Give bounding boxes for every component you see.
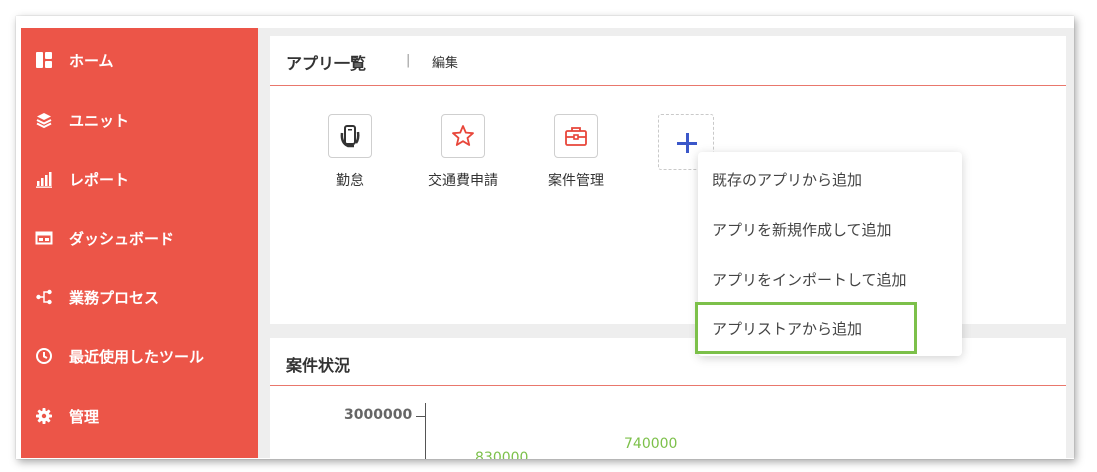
app-tile-attendance[interactable]: 勤怠 xyxy=(295,114,405,204)
phone-icon xyxy=(328,114,372,158)
bar-chart-icon xyxy=(35,170,53,188)
project-status-panel: 案件状況 3000000 830000 740000 xyxy=(270,338,1066,459)
app-list-header: アプリ一覧 | 編集 xyxy=(270,36,1066,86)
app-name: 勤怠 xyxy=(336,173,364,189)
y-axis-tick-label: 3000000 xyxy=(344,407,413,423)
sidebar-item-label: 業務プロセス xyxy=(69,288,160,307)
menu-item-import[interactable]: アプリをインポートして追加 xyxy=(712,269,907,290)
toolbox-icon xyxy=(554,114,598,158)
clock-icon xyxy=(35,347,53,365)
menu-item-add-existing[interactable]: 既存のアプリから追加 xyxy=(712,169,862,190)
sidebar-item-home[interactable]: ホーム xyxy=(21,40,258,80)
star-icon xyxy=(441,114,485,158)
sidebar-item-label: ダッシュボード xyxy=(69,229,175,248)
add-app-menu: 既存のアプリから追加 アプリを新規作成して追加 アプリをインポートして追加 アプ… xyxy=(698,152,962,356)
app-name: 案件管理 xyxy=(548,173,604,189)
sidebar-item-label: 管理 xyxy=(69,407,100,426)
app-tile-project-management[interactable]: 案件管理 xyxy=(521,114,631,204)
sidebar-item-unit[interactable]: ユニット xyxy=(21,100,258,140)
sidebar-item-recent-tools[interactable]: 最近使用したツール xyxy=(21,336,258,376)
page-title: アプリ一覧 xyxy=(286,54,367,73)
edit-link[interactable]: 編集 xyxy=(432,52,458,71)
sidebar-item-business-process[interactable]: 業務プロセス xyxy=(21,277,258,317)
layers-icon xyxy=(35,111,53,129)
y-axis xyxy=(425,403,426,459)
app-tile-travel-expense[interactable]: 交通費申請 xyxy=(408,114,518,204)
dashboard-icon xyxy=(35,229,53,247)
menu-item-app-store[interactable]: アプリストアから追加 xyxy=(712,318,862,339)
data-label: 830000 xyxy=(475,450,529,459)
data-label: 740000 xyxy=(624,436,678,452)
sidebar-item-label: ホーム xyxy=(69,51,114,70)
sidebar-item-label: ユニット xyxy=(69,111,130,130)
app-window: ホーム ユニット レポート ダッシュボード 業務プロセス 最近使用したツール 管… xyxy=(16,16,1074,459)
section-title: 案件状況 xyxy=(286,356,351,375)
menu-item-create-new[interactable]: アプリを新規作成して追加 xyxy=(712,219,892,240)
sidebar-item-dashboard[interactable]: ダッシュボード xyxy=(21,218,258,258)
app-name: 交通費申請 xyxy=(428,173,498,189)
grid-icon xyxy=(35,51,53,69)
sidebar-item-admin[interactable]: 管理 xyxy=(21,396,258,436)
sidebar-item-report[interactable]: レポート xyxy=(21,159,258,199)
gear-icon xyxy=(35,407,53,425)
sidebar-item-label: 最近使用したツール xyxy=(69,347,205,366)
process-icon xyxy=(35,288,53,306)
y-axis-tick xyxy=(416,416,425,417)
header-separator: | xyxy=(406,53,411,68)
sidebar-item-label: レポート xyxy=(69,170,130,189)
sidebar: ホーム ユニット レポート ダッシュボード 業務プロセス 最近使用したツール 管… xyxy=(21,28,258,458)
